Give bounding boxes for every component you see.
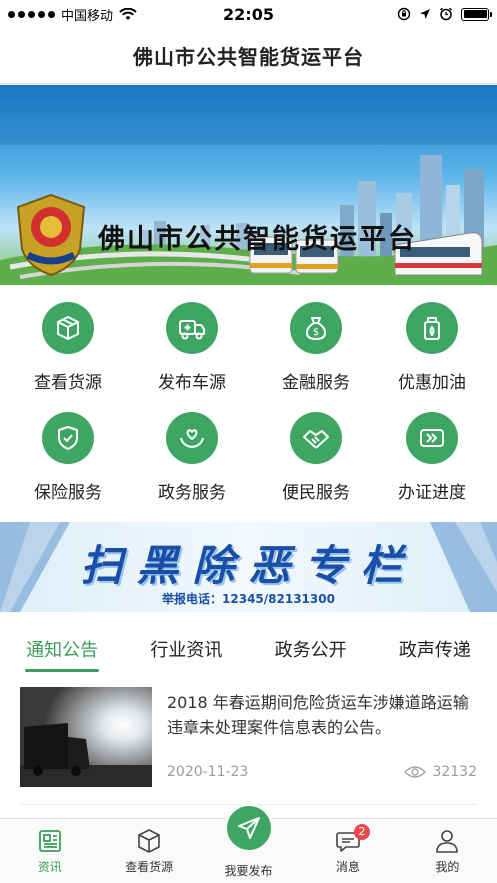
news-icon [38, 830, 61, 852]
money-bag-icon: $ [290, 302, 342, 354]
hands-heart-icon [166, 412, 218, 464]
tab-government-affairs[interactable]: 政务公开 [249, 622, 373, 672]
page-title: 佛山市公共智能货运平台 [133, 45, 364, 69]
news-views: 32132 [404, 764, 477, 780]
progress-arrows-icon [406, 412, 458, 464]
news-date: 2020-11-23 [167, 764, 249, 780]
promo-title: 扫黑除恶专栏 [80, 541, 417, 590]
tabbar-item-messages[interactable]: 2 消息 [298, 819, 397, 883]
service-view-cargo[interactable]: 查看货源 [6, 290, 130, 400]
status-bar: 中国移动 22:05 [0, 0, 497, 28]
service-label: 保险服务 [34, 483, 102, 503]
tabbar-label: 资讯 [37, 860, 62, 874]
banner-title: 佛山市公共智能货运平台 [98, 224, 417, 255]
view-count: 32132 [432, 764, 477, 780]
service-label: 发布车源 [158, 373, 226, 393]
service-license-progress[interactable]: 办证进度 [370, 400, 494, 510]
news-thumbnail [20, 687, 152, 787]
service-government[interactable]: 政务服务 [130, 400, 254, 510]
promo-hotline: 举报电话：12345/82131300 [162, 592, 335, 606]
status-left: 中国移动 [8, 5, 137, 24]
service-label: 政务服务 [158, 483, 226, 503]
news-tabs: 通知公告 行业资讯 政务公开 政声传递 [0, 622, 497, 672]
truck-add-icon [166, 302, 218, 354]
service-label: 办证进度 [398, 483, 466, 503]
alarm-clock-icon [439, 7, 453, 21]
service-finance[interactable]: $ 金融服务 [254, 290, 378, 400]
promo-banner[interactable]: 扫黑除恶专栏 举报电话：12345/82131300 [0, 522, 497, 612]
tab-industry-news[interactable]: 行业资讯 [124, 622, 248, 672]
tabbar-item-view-cargo[interactable]: 查看货源 [99, 819, 198, 883]
fuel-can-icon [406, 302, 458, 354]
cube-icon [138, 829, 160, 853]
shield-check-icon [42, 412, 94, 464]
tabbar-item-profile[interactable]: 我的 [398, 819, 497, 883]
banner[interactable]: 佛山市公共智能货运平台 [0, 85, 497, 285]
wifi-icon [119, 7, 137, 20]
service-convenience[interactable]: 便民服务 [254, 400, 378, 510]
tabbar-item-news[interactable]: 资讯 [0, 819, 99, 883]
carrier-label: 中国移动 [61, 8, 114, 24]
svg-text:$: $ [313, 327, 319, 338]
status-right [397, 7, 492, 21]
eye-icon [404, 766, 427, 778]
service-label: 金融服务 [282, 373, 350, 393]
box-icon [42, 302, 94, 354]
news-title: 2018 年春运期间危险货运车涉嫌道路运输违章未处理案件信息表的公告。 [167, 693, 469, 737]
emblem-icon [16, 193, 86, 277]
tabbar-item-publish[interactable]: 我要发布 [199, 803, 298, 883]
location-arrow-icon [420, 9, 430, 19]
tabbar-label: 我要发布 [224, 864, 273, 878]
service-label: 优惠加油 [398, 373, 466, 393]
battery-icon [461, 7, 492, 21]
handshake-icon [290, 412, 342, 464]
list-item[interactable]: 2018 年春运期间危险货运车涉嫌道路运输违章未处理案件信息表的公告。 2020… [0, 686, 497, 804]
tab-government-voice[interactable]: 政声传递 [373, 622, 497, 672]
tabbar-label: 查看货源 [125, 860, 174, 874]
tabbar-label: 消息 [335, 860, 360, 874]
service-grid: 查看货源 发布车源 $ 金融服务 优惠加油 保险服务 政务服务 便民服务 办证进… [0, 290, 497, 518]
message-badge: 2 [353, 824, 370, 840]
service-label: 查看货源 [34, 373, 102, 393]
service-insurance[interactable]: 保险服务 [6, 400, 130, 510]
tabbar-label: 我的 [435, 860, 460, 874]
service-publish-vehicle[interactable]: 发布车源 [130, 290, 254, 400]
nav-bar: 佛山市公共智能货运平台 [0, 28, 497, 84]
signal-icon [8, 10, 55, 18]
service-label: 便民服务 [282, 483, 350, 503]
send-icon [223, 803, 274, 853]
tab-notices[interactable]: 通知公告 [0, 622, 124, 672]
bottom-tab-bar: 资讯 查看货源 我要发布 2 消息 我的 [0, 803, 497, 883]
service-fuel-discount[interactable]: 优惠加油 [370, 290, 494, 400]
user-icon [436, 830, 459, 853]
rotation-lock-icon [397, 7, 411, 21]
